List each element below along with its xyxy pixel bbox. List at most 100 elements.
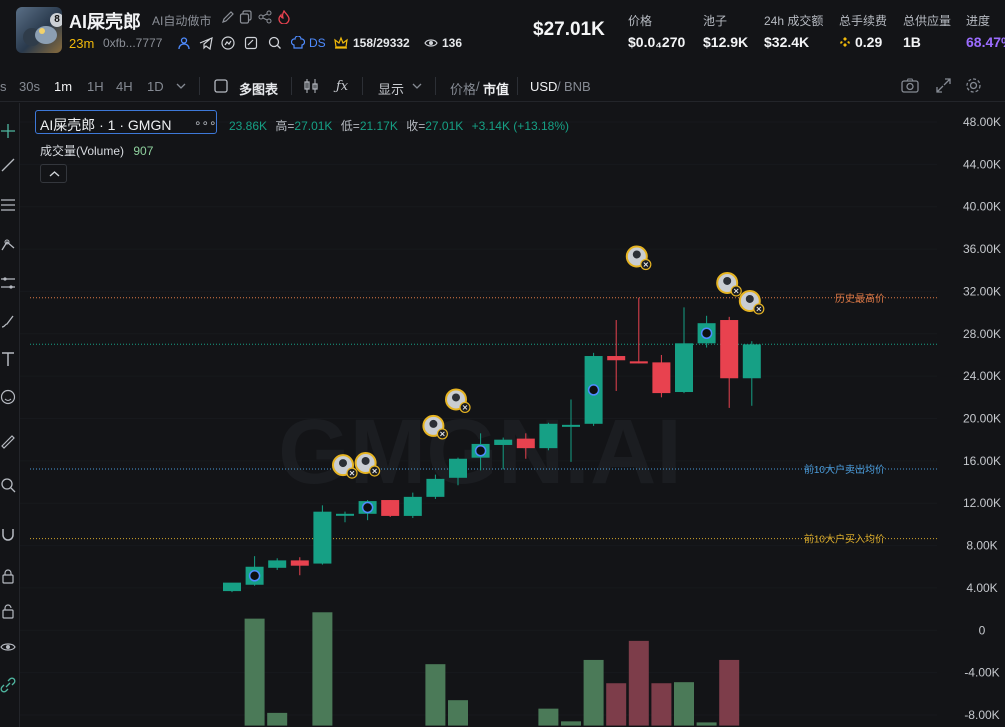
magnet-tool-icon[interactable] bbox=[0, 527, 16, 543]
toggle-separator: / bbox=[476, 79, 480, 94]
share-icon[interactable] bbox=[258, 10, 272, 24]
link-icon[interactable] bbox=[0, 677, 16, 693]
avatar-badge: 8 bbox=[50, 13, 62, 27]
ohlc-readout: 23.86K 高=27.01K 低=21.17K 收=27.01K +3.14K… bbox=[229, 117, 569, 134]
node-tool-icon[interactable] bbox=[0, 236, 16, 252]
stat-value: $0.0₄270 bbox=[628, 34, 686, 50]
trader-avatar-face bbox=[632, 250, 641, 259]
indicators-icon[interactable]: ƒx bbox=[336, 79, 348, 94]
person-icon[interactable] bbox=[177, 36, 191, 50]
stat-value: $32.4K bbox=[764, 34, 810, 50]
lock-icon[interactable] bbox=[0, 603, 16, 619]
y-tick-label: 16.00K bbox=[963, 454, 1001, 468]
stat-volume-24h: 24h 成交额 $32.4K bbox=[764, 12, 823, 50]
volume-bar bbox=[719, 659, 740, 726]
chef-hat-icon[interactable] bbox=[291, 36, 305, 50]
ohlc-close-label: 收= bbox=[406, 119, 426, 133]
legend-more-icon[interactable]: ∘∘∘ bbox=[194, 116, 217, 130]
visibility-icon[interactable] bbox=[0, 639, 16, 655]
candle-body bbox=[268, 560, 287, 568]
volume-bar bbox=[448, 700, 468, 726]
y-tick-label: 24.00K bbox=[963, 369, 1001, 383]
lock-draw-icon[interactable] bbox=[0, 568, 16, 584]
y-tick-label: 0 bbox=[979, 623, 986, 637]
trader-avatar-face bbox=[429, 419, 438, 428]
token-avatar[interactable]: 8 bbox=[16, 7, 62, 53]
candle-body bbox=[629, 361, 648, 364]
display-dropdown[interactable]: 显示 bbox=[378, 79, 404, 98]
stat-label: 进度 bbox=[966, 14, 991, 28]
fullscreen-icon[interactable] bbox=[936, 78, 951, 93]
telegram-icon[interactable] bbox=[199, 36, 213, 50]
candle-body bbox=[652, 362, 671, 394]
candle-body bbox=[720, 320, 739, 379]
volume-bar bbox=[651, 683, 672, 726]
candlestick-type-icon[interactable] bbox=[303, 78, 319, 94]
price-chart[interactable]: GMGN.AI 历史最高价31.40K27.01K前10大户卖出均价15.23K… bbox=[20, 103, 1005, 727]
volume-bar bbox=[312, 612, 333, 726]
stat-label: 价格 bbox=[628, 14, 653, 28]
timeframe-1h[interactable]: 1H bbox=[87, 79, 104, 94]
pattern-tool-icon[interactable] bbox=[0, 275, 16, 291]
ohlc-low: 21.17K bbox=[359, 119, 398, 133]
line-tool-icon[interactable] bbox=[0, 157, 16, 173]
candle-body bbox=[742, 344, 761, 379]
dexscreener-link[interactable]: DS bbox=[309, 36, 326, 50]
timeframe-1m[interactable]: 1m bbox=[54, 79, 72, 94]
edit-note-icon[interactable] bbox=[244, 36, 258, 50]
crosshair-tool-icon[interactable] bbox=[0, 123, 16, 139]
timeframe-s[interactable]: s bbox=[0, 79, 7, 94]
camera-icon[interactable] bbox=[901, 77, 919, 93]
volume-bar bbox=[628, 640, 649, 726]
settings-gear-icon[interactable] bbox=[965, 77, 982, 94]
fib-tool-icon[interactable] bbox=[0, 197, 16, 213]
stat-label: 24h 成交额 bbox=[764, 14, 824, 28]
chevron-down-icon[interactable] bbox=[412, 81, 422, 91]
candle-body bbox=[223, 582, 241, 592]
timeframe-1d[interactable]: 1D bbox=[147, 79, 164, 94]
y-tick-label: 28.00K bbox=[963, 327, 1001, 341]
volume-bar bbox=[538, 708, 559, 726]
ohlc-change: +3.14K (+13.18%) bbox=[471, 119, 570, 133]
stat-value: 0.29 bbox=[839, 34, 887, 50]
trader-avatar-face bbox=[361, 456, 370, 465]
ohlc-open: 23.86K bbox=[229, 119, 268, 133]
toolbar-divider bbox=[199, 77, 200, 95]
contract-address[interactable]: 0xfb...7777 bbox=[103, 36, 162, 50]
candle-body bbox=[426, 478, 445, 497]
timeframe-4h[interactable]: 4H bbox=[116, 79, 133, 94]
legend-title: AI屎壳郎 · 1 · GMGN bbox=[40, 117, 172, 133]
market-cap: $27.01K bbox=[533, 19, 605, 40]
y-tick-label: 36.00K bbox=[963, 242, 1001, 256]
y-tick-label: 32.00K bbox=[963, 284, 1001, 298]
chevron-down-icon[interactable] bbox=[176, 81, 186, 91]
currency-bnb[interactable]: BNB bbox=[564, 79, 591, 94]
chart-share-icon[interactable] bbox=[221, 36, 235, 50]
price-toggle[interactable]: 价格 bbox=[450, 79, 476, 98]
stat-label: 池子 bbox=[703, 14, 728, 28]
currency-usd[interactable]: USD bbox=[530, 79, 557, 94]
brush-tool-icon[interactable] bbox=[0, 313, 16, 329]
toolbar-divider bbox=[362, 77, 363, 95]
volume-bar bbox=[606, 683, 627, 726]
emoji-tool-icon[interactable] bbox=[0, 389, 16, 405]
timeframe-30s[interactable]: 30s bbox=[19, 79, 40, 94]
candle-body bbox=[290, 560, 309, 566]
y-tick-label: 20.00K bbox=[963, 412, 1001, 426]
mcap-toggle[interactable]: 市值 bbox=[483, 79, 509, 98]
text-tool-icon[interactable] bbox=[0, 351, 16, 367]
checkbox-icon[interactable] bbox=[214, 79, 228, 93]
collapse-legend-button[interactable] bbox=[40, 164, 67, 183]
toolbar-divider bbox=[435, 77, 436, 95]
multi-chart-button[interactable]: 多图表 bbox=[239, 79, 278, 98]
edit-icon[interactable] bbox=[221, 10, 235, 24]
y-tick-label: 48.00K bbox=[963, 115, 1001, 129]
ruler-tool-icon[interactable] bbox=[0, 434, 16, 450]
legend-title-box[interactable]: AI屎壳郎 · 1 · GMGN ∘∘∘ bbox=[35, 110, 217, 134]
toggle-separator: / bbox=[557, 79, 561, 94]
stat-total-fees: 总手续费 0.29 bbox=[839, 12, 887, 50]
search-icon[interactable] bbox=[268, 36, 282, 50]
token-description: AI自动做市 bbox=[152, 14, 212, 28]
zoom-tool-icon[interactable] bbox=[0, 477, 16, 493]
copy-icon[interactable] bbox=[239, 10, 253, 24]
